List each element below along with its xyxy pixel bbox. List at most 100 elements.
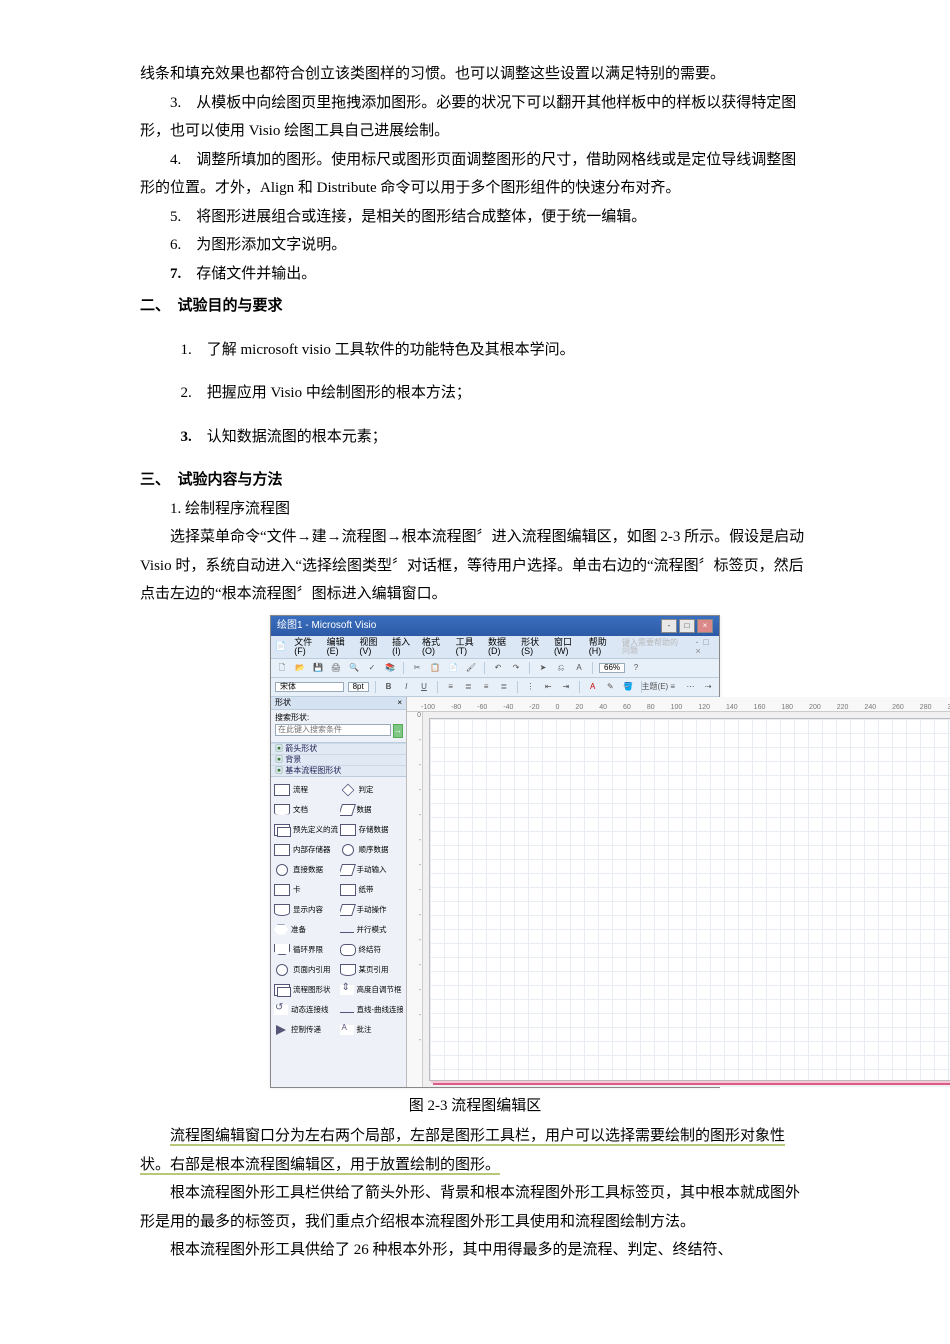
menu-tools[interactable]: 工具(T) [456,638,480,656]
pointer-icon[interactable]: ➤ [536,661,550,675]
shape-item[interactable]: 动态连接线 [274,1001,338,1019]
save-icon[interactable]: 💾 [311,661,325,675]
shape-label: 内部存储器 [293,846,331,854]
menu-format[interactable]: 格式(O) [422,638,448,656]
visio-window: 绘图1 - Microsoft Visio - □ × 📄 文件(F) 编辑(E… [270,615,720,1088]
help-hint[interactable]: 键入需要帮助的问题 [622,639,681,655]
research-icon[interactable]: 📚 [383,661,397,675]
fill-color-icon[interactable]: 🪣 [621,680,635,694]
shape-item[interactable]: 存储数据 [340,821,404,839]
maximize-button[interactable]: □ [679,619,695,633]
bold-icon[interactable]: B [382,680,396,694]
menu-help[interactable]: 帮助(H) [589,638,614,656]
new-icon[interactable]: 🗋 [275,661,289,675]
menu-shapes[interactable]: 形状(S) [521,638,546,656]
cut-icon[interactable]: ✂ [410,661,424,675]
shape-item[interactable]: 手动输入 [340,861,404,879]
decrease-indent-icon[interactable]: ⇤ [541,680,555,694]
titlebar[interactable]: 绘图1 - Microsoft Visio - □ × [271,616,719,636]
shape-icon [276,864,288,876]
step: 5. 将图形进展组合或连接，是相关的图形结合成整体，便于统一编辑。 [140,203,810,232]
menu-file[interactable]: 文件(F) [294,638,318,656]
shape-item[interactable]: 顺序数据 [340,841,404,859]
help-close[interactable]: - □ × [695,638,715,656]
vertical-ruler: 0------------- [407,712,423,1087]
formatpainter-icon[interactable]: 🖌 [464,661,478,675]
underline-icon[interactable]: U [417,680,431,694]
align-center-icon[interactable]: ≣ [462,680,476,694]
print-icon[interactable]: 🖨 [329,661,343,675]
font-color-icon[interactable]: A [586,680,600,694]
preview-icon[interactable]: 🔍 [347,661,361,675]
step: 3. 从模板中向绘图页里拖拽添加图形。必要的状况下可以翻开其他样板中的样板以获得… [140,89,810,146]
help-icon[interactable]: ? [629,661,643,675]
menu-view[interactable]: 视图(V) [359,638,384,656]
paste-icon[interactable]: 📄 [446,661,460,675]
shape-item[interactable]: 页面内引用 [274,961,338,979]
shape-item[interactable]: 显示内容 [274,901,338,919]
seven-num: 7. [170,266,181,282]
shape-item[interactable]: 手动操作 [340,901,404,919]
increase-indent-icon[interactable]: ⇥ [559,680,573,694]
justify-icon[interactable]: ≣ [497,680,511,694]
close-button[interactable]: × [697,619,713,633]
paragraph: 流程图编辑窗口分为左右两个局部，左部是图形工具栏，用户可以选择需要绘制的图形对象… [140,1122,810,1179]
line-weight-icon[interactable]: ≡ [666,680,680,694]
shape-item[interactable]: 卡 [274,881,338,899]
category-arrows[interactable]: ▣ 箭头形状 [271,743,406,754]
italic-icon[interactable]: I [399,680,413,694]
drawing-canvas[interactable] [429,718,950,1081]
menu-edit[interactable]: 编辑(E) [327,638,352,656]
align-right-icon[interactable]: ≡ [479,680,493,694]
section-heading: 二、 试验目的与要求 [140,292,810,321]
formatting-toolbar: 宋体 8pt B I U ≡ ≣ ≡ ≣ ⋮ ⇤ ⇥ A ✎ 🪣 主题(E) ≡… [271,678,719,697]
shape-item[interactable]: 直线-曲线连接线 [340,1001,404,1019]
category-background[interactable]: ▣ 背景 [271,754,406,765]
shape-item[interactable]: 直接数据 [274,861,338,879]
line-ends-icon[interactable]: ⇢ [701,680,715,694]
theme-icon[interactable]: 主题(E) [648,680,662,694]
shape-item[interactable]: 准备 [274,921,338,939]
shape-item[interactable]: 批注 [340,1021,404,1039]
shape-icon [340,1012,354,1013]
redo-icon[interactable]: ↷ [509,661,523,675]
search-go-button[interactable]: → [393,724,403,738]
menu-window[interactable]: 窗口(W) [554,638,581,656]
shape-item[interactable]: 并行模式 [340,921,404,939]
undo-icon[interactable]: ↶ [491,661,505,675]
font-size-box[interactable]: 8pt [348,682,369,692]
minimize-button[interactable]: - [661,619,677,633]
shape-item[interactable]: 控制传递 [274,1021,338,1039]
category-basic-flowchart[interactable]: ▣ 基本流程图形状 [271,765,406,776]
line-pattern-icon[interactable]: ⋯ [684,680,698,694]
panel-close-icon[interactable]: × [397,699,402,707]
shapes-search-input[interactable] [275,724,391,736]
open-icon[interactable]: 📂 [293,661,307,675]
shape-item[interactable]: 流程 [274,781,338,799]
shape-item[interactable]: 循环界限 [274,941,338,959]
zoom-box[interactable]: 66% [599,663,625,673]
shape-item[interactable]: 纸带 [340,881,404,899]
shape-item[interactable]: 终结符 [340,941,404,959]
shape-item[interactable]: 高度自调节框 [340,981,404,999]
align-left-icon[interactable]: ≡ [444,680,458,694]
paragraph: 线条和填充效果也都符合创立该类图样的习惯。也可以调整这些设置以满足特别的需要。 [140,60,810,89]
copy-icon[interactable]: 📋 [428,661,442,675]
spell-icon[interactable]: ✓ [365,661,379,675]
line-color-icon[interactable]: ✎ [603,680,617,694]
font-name-box[interactable]: 宋体 [275,682,344,692]
menu-insert[interactable]: 插入(I) [392,638,414,656]
text-icon[interactable]: A [572,661,586,675]
shape-item[interactable]: 某页引用 [340,961,404,979]
menu-data[interactable]: 数据(D) [488,638,513,656]
shape-item[interactable]: 文档 [274,801,338,819]
shape-item[interactable]: 内部存储器 [274,841,338,859]
shape-item[interactable]: 判定 [340,781,404,799]
shape-item[interactable]: 预先定义的流程 [274,821,338,839]
shape-icon [276,964,288,976]
connector-icon[interactable]: ⎌ [554,661,568,675]
shape-item[interactable]: 流程图形状 [274,981,338,999]
bullets-icon[interactable]: ⋮ [524,680,538,694]
shapes-panel-title: 形状 [275,699,291,707]
shape-item[interactable]: 数据 [340,801,404,819]
